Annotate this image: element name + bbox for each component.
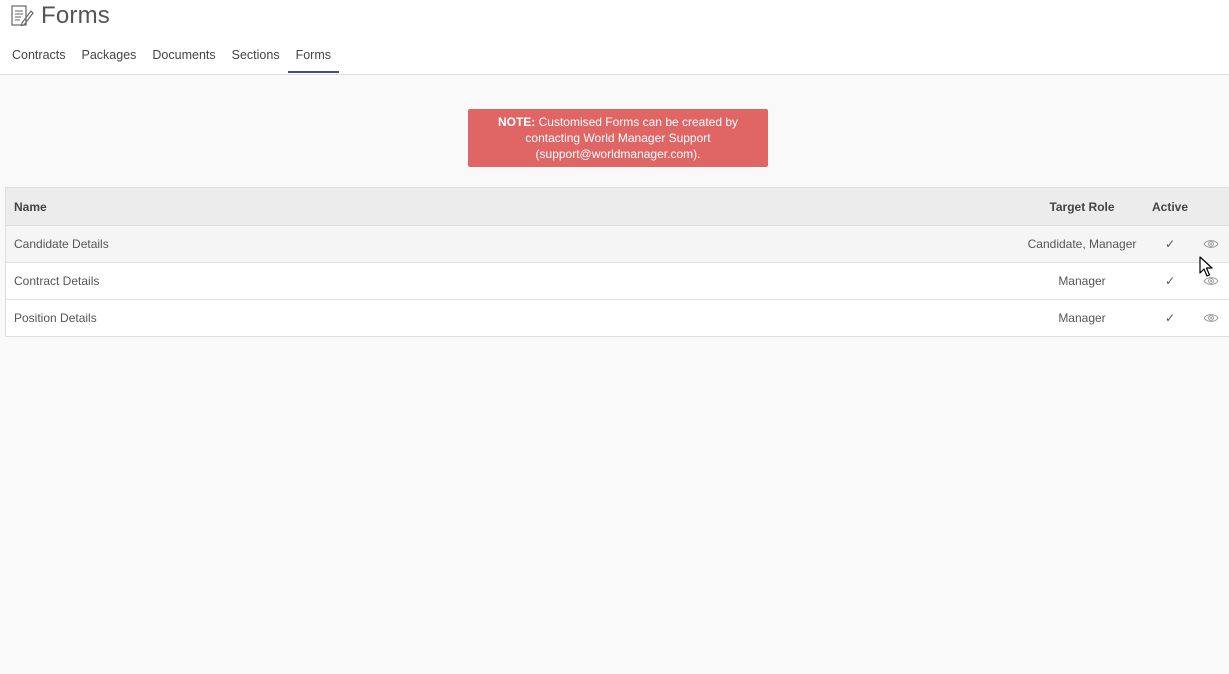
tab-bar: Contracts Packages Documents Sections Fo… (4, 40, 340, 74)
tab-packages[interactable]: Packages (74, 40, 145, 73)
header-active[interactable]: Active (1148, 200, 1192, 214)
check-icon: ✓ (1164, 311, 1176, 325)
page-title: Forms (41, 2, 110, 29)
tab-forms[interactable]: Forms (287, 40, 340, 73)
header-target-role[interactable]: Target Role (1006, 200, 1158, 214)
eye-icon[interactable] (1199, 312, 1223, 324)
title-row: Forms (9, 0, 110, 32)
check-icon: ✓ (1164, 237, 1176, 251)
row-name: Position Details (14, 311, 97, 325)
eye-icon[interactable] (1199, 275, 1223, 287)
check-icon: ✓ (1164, 274, 1176, 288)
note-banner: NOTE: Customised Forms can be created by… (468, 109, 768, 167)
row-target-role: Manager (1058, 311, 1106, 325)
tab-documents[interactable]: Documents (144, 40, 223, 73)
row-name: Candidate Details (14, 237, 109, 251)
forms-table: Name Target Role Active Candidate Detail… (5, 187, 1229, 337)
tab-sections[interactable]: Sections (224, 40, 288, 73)
eye-icon[interactable] (1199, 238, 1223, 250)
note-prefix: NOTE: (497, 115, 536, 129)
note-text: Customised Forms can be created by conta… (525, 115, 739, 161)
table-row[interactable]: Contract Details Manager ✓ (6, 263, 1229, 300)
table-header: Name Target Role Active (6, 188, 1229, 226)
row-target-role: Candidate, Manager (1027, 237, 1137, 251)
table-row[interactable]: Candidate Details Candidate, Manager ✓ (6, 226, 1229, 263)
table-row[interactable]: Position Details Manager ✓ (6, 300, 1229, 336)
header-name[interactable]: Name (14, 200, 47, 214)
row-target-role: Manager (1058, 274, 1106, 288)
form-edit-icon (9, 3, 35, 29)
row-name: Contract Details (14, 274, 100, 288)
page-header: Forms Contracts Packages Documents Secti… (0, 0, 1229, 75)
tab-contracts[interactable]: Contracts (4, 40, 74, 73)
